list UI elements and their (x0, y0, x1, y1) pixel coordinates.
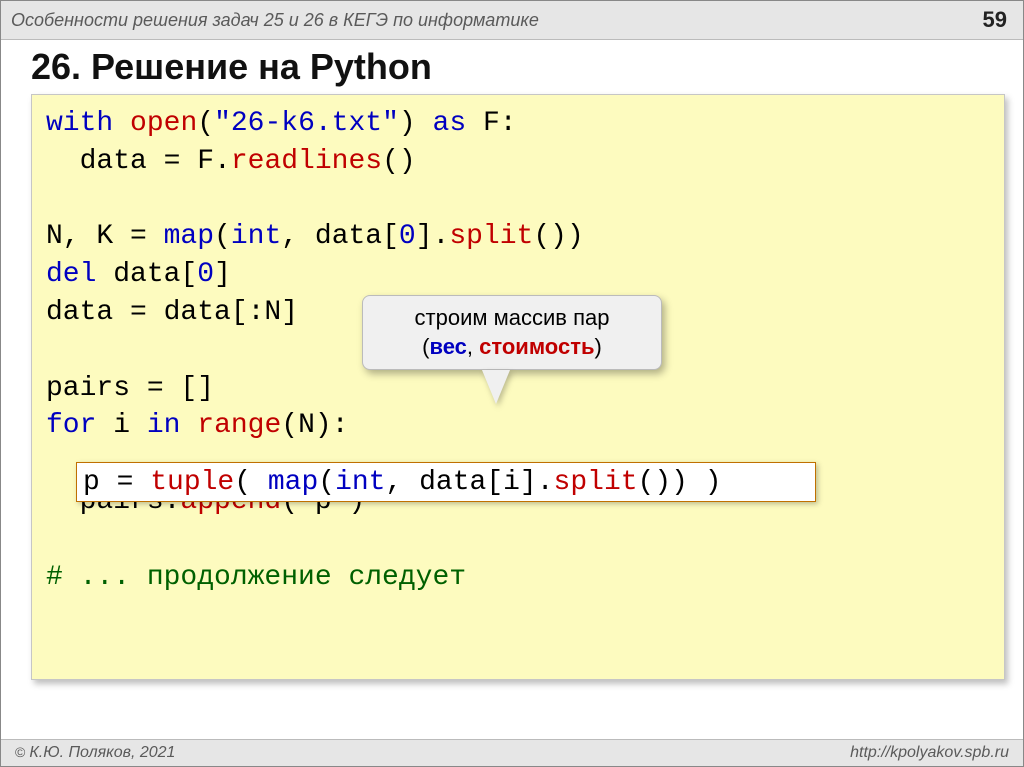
footer-url: http://kpolyakov.spb.ru (850, 744, 1009, 762)
title-bar: Особенности решения задач 25 и 26 в КЕГЭ… (1, 1, 1023, 40)
presentation-title: Особенности решения задач 25 и 26 в КЕГЭ… (11, 10, 539, 31)
slide: Особенности решения задач 25 и 26 в КЕГЭ… (0, 0, 1024, 767)
callout-tail-icon (482, 370, 510, 404)
copyright-text: ©К.Ю. Поляков, 2021 (15, 744, 175, 762)
callout-text: строим массив пар (вес, стоимость) (362, 295, 662, 370)
highlighted-code-line: p = tuple( map(int, data[i].split()) ) (76, 462, 816, 502)
callout-bubble: строим массив пар (вес, стоимость) (362, 295, 662, 404)
code-block: with open("26-k6.txt") as F: data = F.re… (31, 94, 1005, 680)
page-number: 59 (983, 7, 1007, 33)
slide-heading: 26. Решение на Python (31, 46, 1023, 88)
footer-bar: ©К.Ю. Поляков, 2021 http://kpolyakov.spb… (1, 739, 1023, 766)
copyright-icon: © (15, 744, 25, 760)
